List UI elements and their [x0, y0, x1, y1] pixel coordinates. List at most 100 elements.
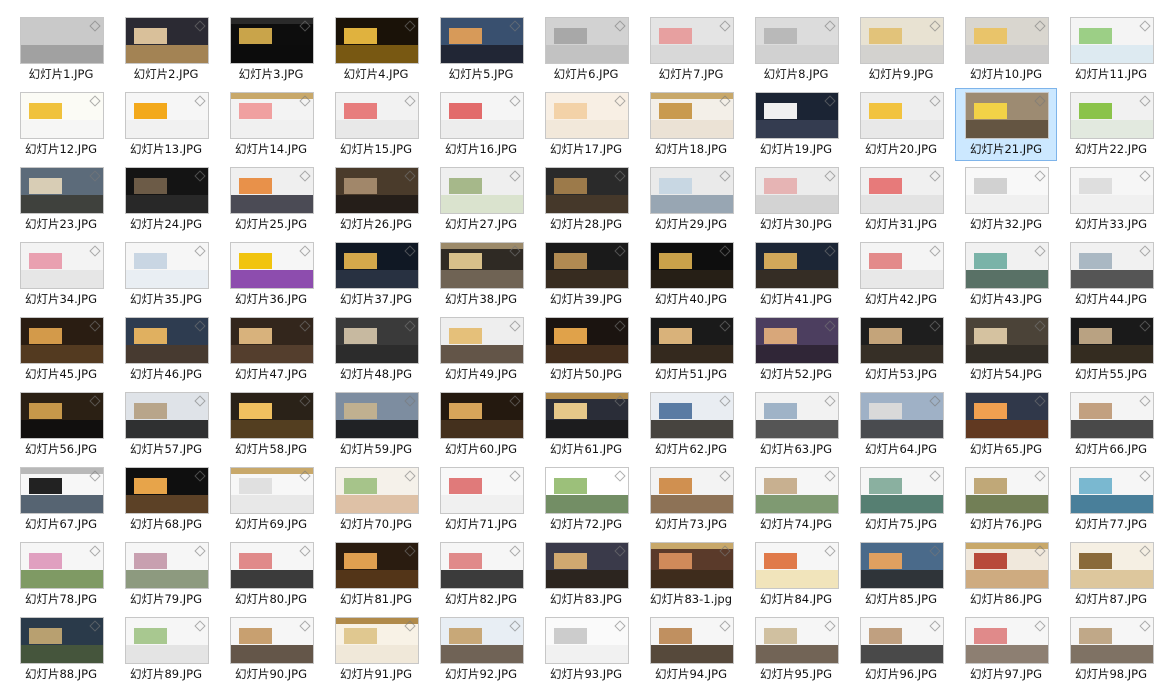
file-item[interactable]: 幻灯片7.JPG — [640, 13, 742, 86]
file-item[interactable]: 幻灯片19.JPG — [745, 88, 847, 161]
file-item[interactable]: 幻灯片34.JPG — [10, 238, 112, 311]
file-item[interactable]: 幻灯片5.JPG — [430, 13, 532, 86]
file-item[interactable]: 幻灯片98.JPG — [1060, 613, 1155, 686]
file-item[interactable]: 幻灯片12.JPG — [10, 88, 112, 161]
file-item[interactable]: 幻灯片52.JPG — [745, 313, 847, 386]
file-item[interactable]: 幻灯片67.JPG — [10, 463, 112, 536]
file-item[interactable]: 幻灯片38.JPG — [430, 238, 532, 311]
file-item[interactable]: 幻灯片74.JPG — [745, 463, 847, 536]
file-item[interactable]: 幻灯片6.JPG — [535, 13, 637, 86]
file-item[interactable]: 幻灯片18.JPG — [640, 88, 742, 161]
file-item[interactable]: 幻灯片59.JPG — [325, 388, 427, 461]
file-item[interactable]: 幻灯片24.JPG — [115, 163, 217, 236]
file-item[interactable]: 幻灯片79.JPG — [115, 538, 217, 611]
file-item[interactable]: 幻灯片11.JPG — [1060, 13, 1155, 86]
file-item[interactable]: 幻灯片42.JPG — [850, 238, 952, 311]
file-item[interactable]: 幻灯片15.JPG — [325, 88, 427, 161]
file-item[interactable]: 幻灯片45.JPG — [10, 313, 112, 386]
file-item[interactable]: 幻灯片28.JPG — [535, 163, 637, 236]
file-item[interactable]: 幻灯片54.JPG — [955, 313, 1057, 386]
file-item[interactable]: 幻灯片44.JPG — [1060, 238, 1155, 311]
file-item[interactable]: 幻灯片33.JPG — [1060, 163, 1155, 236]
file-item[interactable]: 幻灯片91.JPG — [325, 613, 427, 686]
file-item[interactable]: 幻灯片31.JPG — [850, 163, 952, 236]
file-item[interactable]: 幻灯片65.JPG — [955, 388, 1057, 461]
file-item[interactable]: 幻灯片58.JPG — [220, 388, 322, 461]
file-item[interactable]: 幻灯片80.JPG — [220, 538, 322, 611]
file-item[interactable]: 幻灯片49.JPG — [430, 313, 532, 386]
file-item[interactable]: 幻灯片63.JPG — [745, 388, 847, 461]
file-item[interactable]: 幻灯片2.JPG — [115, 13, 217, 86]
file-item[interactable]: 幻灯片95.JPG — [745, 613, 847, 686]
file-item[interactable]: 幻灯片64.JPG — [850, 388, 952, 461]
file-item[interactable]: 幻灯片82.JPG — [430, 538, 532, 611]
file-item[interactable]: 幻灯片90.JPG — [220, 613, 322, 686]
file-item[interactable]: 幻灯片39.JPG — [535, 238, 637, 311]
file-item[interactable]: 幻灯片61.JPG — [535, 388, 637, 461]
file-item[interactable]: 幻灯片17.JPG — [535, 88, 637, 161]
file-item[interactable]: 幻灯片70.JPG — [325, 463, 427, 536]
file-item[interactable]: 幻灯片85.JPG — [850, 538, 952, 611]
file-item[interactable]: 幻灯片41.JPG — [745, 238, 847, 311]
file-item[interactable]: 幻灯片60.JPG — [430, 388, 532, 461]
file-item[interactable]: 幻灯片68.JPG — [115, 463, 217, 536]
file-item[interactable]: 幻灯片93.JPG — [535, 613, 637, 686]
file-item[interactable]: 幻灯片66.JPG — [1060, 388, 1155, 461]
file-item[interactable]: 幻灯片81.JPG — [325, 538, 427, 611]
file-item[interactable]: 幻灯片87.JPG — [1060, 538, 1155, 611]
file-item[interactable]: 幻灯片50.JPG — [535, 313, 637, 386]
file-item[interactable]: 幻灯片53.JPG — [850, 313, 952, 386]
file-item[interactable]: 幻灯片1.JPG — [10, 13, 112, 86]
file-item[interactable]: 幻灯片4.JPG — [325, 13, 427, 86]
file-item[interactable]: 幻灯片72.JPG — [535, 463, 637, 536]
file-item[interactable]: 幻灯片29.JPG — [640, 163, 742, 236]
file-item[interactable]: 幻灯片83-1.jpg — [640, 538, 742, 611]
file-item[interactable]: 幻灯片56.JPG — [10, 388, 112, 461]
file-item[interactable]: 幻灯片97.JPG — [955, 613, 1057, 686]
file-item[interactable]: 幻灯片26.JPG — [325, 163, 427, 236]
file-item[interactable]: 幻灯片16.JPG — [430, 88, 532, 161]
file-item[interactable]: 幻灯片10.JPG — [955, 13, 1057, 86]
file-item[interactable]: 幻灯片69.JPG — [220, 463, 322, 536]
file-item[interactable]: 幻灯片25.JPG — [220, 163, 322, 236]
file-item[interactable]: 幻灯片47.JPG — [220, 313, 322, 386]
file-item[interactable]: 幻灯片35.JPG — [115, 238, 217, 311]
file-item[interactable]: 幻灯片8.JPG — [745, 13, 847, 86]
file-item[interactable]: 幻灯片86.JPG — [955, 538, 1057, 611]
file-item[interactable]: 幻灯片62.JPG — [640, 388, 742, 461]
file-item[interactable]: 幻灯片71.JPG — [430, 463, 532, 536]
file-item[interactable]: 幻灯片76.JPG — [955, 463, 1057, 536]
file-item[interactable]: 幻灯片9.JPG — [850, 13, 952, 86]
file-item[interactable]: 幻灯片92.JPG — [430, 613, 532, 686]
file-item[interactable]: 幻灯片84.JPG — [745, 538, 847, 611]
file-item[interactable]: 幻灯片94.JPG — [640, 613, 742, 686]
file-item[interactable]: 幻灯片37.JPG — [325, 238, 427, 311]
file-item[interactable]: 幻灯片30.JPG — [745, 163, 847, 236]
file-item[interactable]: 幻灯片55.JPG — [1060, 313, 1155, 386]
thumbnail-band — [126, 45, 208, 63]
file-item[interactable]: 幻灯片23.JPG — [10, 163, 112, 236]
file-item[interactable]: 幻灯片22.JPG — [1060, 88, 1155, 161]
file-item[interactable]: 幻灯片21.JPG — [955, 88, 1057, 161]
file-item[interactable]: 幻灯片13.JPG — [115, 88, 217, 161]
file-item[interactable]: 幻灯片36.JPG — [220, 238, 322, 311]
file-item[interactable]: 幻灯片51.JPG — [640, 313, 742, 386]
file-item[interactable]: 幻灯片89.JPG — [115, 613, 217, 686]
file-item[interactable]: 幻灯片3.JPG — [220, 13, 322, 86]
file-item[interactable]: 幻灯片46.JPG — [115, 313, 217, 386]
file-item[interactable]: 幻灯片27.JPG — [430, 163, 532, 236]
file-item[interactable]: 幻灯片40.JPG — [640, 238, 742, 311]
file-item[interactable]: 幻灯片20.JPG — [850, 88, 952, 161]
file-item[interactable]: 幻灯片14.JPG — [220, 88, 322, 161]
file-item[interactable]: 幻灯片83.JPG — [535, 538, 637, 611]
file-item[interactable]: 幻灯片43.JPG — [955, 238, 1057, 311]
file-item[interactable]: 幻灯片48.JPG — [325, 313, 427, 386]
file-item[interactable]: 幻灯片78.JPG — [10, 538, 112, 611]
file-item[interactable]: 幻灯片32.JPG — [955, 163, 1057, 236]
file-item[interactable]: 幻灯片88.JPG — [10, 613, 112, 686]
file-item[interactable]: 幻灯片77.JPG — [1060, 463, 1155, 536]
file-item[interactable]: 幻灯片96.JPG — [850, 613, 952, 686]
file-item[interactable]: 幻灯片57.JPG — [115, 388, 217, 461]
file-item[interactable]: 幻灯片73.JPG — [640, 463, 742, 536]
file-item[interactable]: 幻灯片75.JPG — [850, 463, 952, 536]
